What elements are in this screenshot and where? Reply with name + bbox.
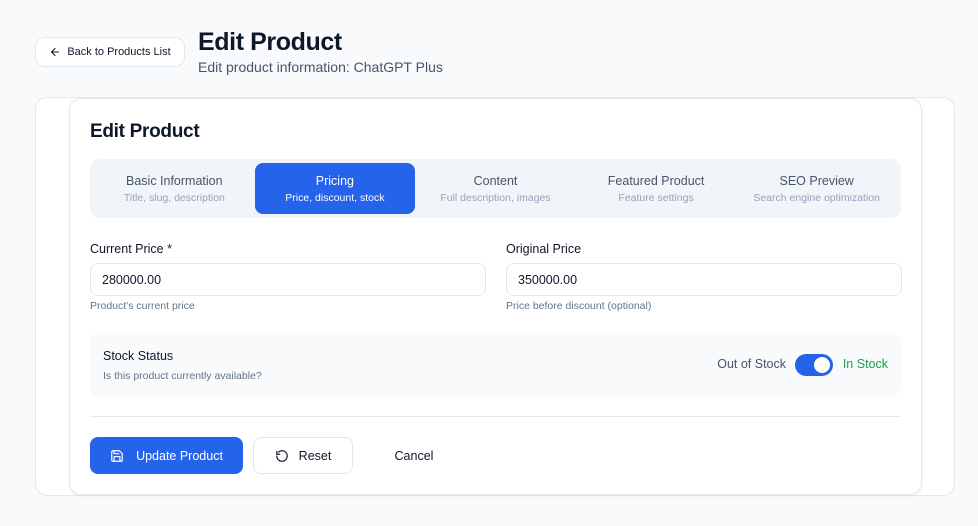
tab-basic-information[interactable]: Basic Information Title, slug, descripti… <box>94 163 255 214</box>
toggle-knob <box>814 357 830 373</box>
original-price-help: Price before discount (optional) <box>506 300 652 312</box>
page-subtitle: Edit product information: ChatGPT Plus <box>198 59 443 75</box>
current-price-input[interactable] <box>90 263 486 296</box>
stock-status-panel: Stock Status Is this product currently a… <box>90 333 901 397</box>
reset-icon <box>275 449 289 463</box>
tab-description: Search engine optimization <box>753 191 880 204</box>
page-title: Edit Product <box>198 28 342 56</box>
original-price-label: Original Price <box>506 242 582 256</box>
edit-product-card: Edit Product Basic Information Title, sl… <box>69 98 922 495</box>
divider <box>90 416 901 417</box>
current-price-label: Current Price * <box>90 242 172 256</box>
update-product-button[interactable]: Update Product <box>90 437 243 474</box>
reset-button[interactable]: Reset <box>253 437 353 474</box>
tab-label: SEO Preview <box>779 173 854 188</box>
in-stock-label: In Stock <box>842 357 888 371</box>
tab-description: Title, slug, description <box>123 191 225 204</box>
tab-label: Featured Product <box>607 173 705 188</box>
tab-label: Content <box>473 173 518 188</box>
arrow-left-icon <box>49 46 61 58</box>
tab-seo-preview[interactable]: SEO Preview Search engine optimization <box>736 163 897 214</box>
back-button-label: Back to Products List <box>67 46 171 58</box>
tab-description: Price, discount, stock <box>285 191 385 204</box>
save-icon <box>110 449 124 463</box>
out-of-stock-label: Out of Stock <box>717 357 786 371</box>
original-price-input[interactable] <box>506 263 902 296</box>
reset-label: Reset <box>298 448 332 463</box>
tab-label: Basic Information <box>126 173 223 188</box>
tab-description: Feature settings <box>618 191 694 204</box>
back-to-products-button[interactable]: Back to Products List <box>35 37 185 67</box>
stock-status-description: Is this product currently available? <box>103 370 262 382</box>
cancel-label: Cancel <box>394 448 434 463</box>
stock-status-toggle[interactable] <box>795 354 833 376</box>
tab-list: Basic Information Title, slug, descripti… <box>90 159 901 218</box>
update-product-label: Update Product <box>136 448 223 463</box>
current-price-help: Product's current price <box>90 300 195 312</box>
cancel-button[interactable]: Cancel <box>363 437 465 474</box>
stock-status-title: Stock Status <box>103 349 174 363</box>
tab-pricing[interactable]: Pricing Price, discount, stock <box>254 163 416 214</box>
tab-description: Full description, images <box>440 191 551 204</box>
tab-featured-product[interactable]: Featured Product Feature settings <box>576 163 737 214</box>
tab-label: Pricing <box>315 173 354 188</box>
card-title: Edit Product <box>90 121 200 142</box>
tab-content[interactable]: Content Full description, images <box>415 163 576 214</box>
